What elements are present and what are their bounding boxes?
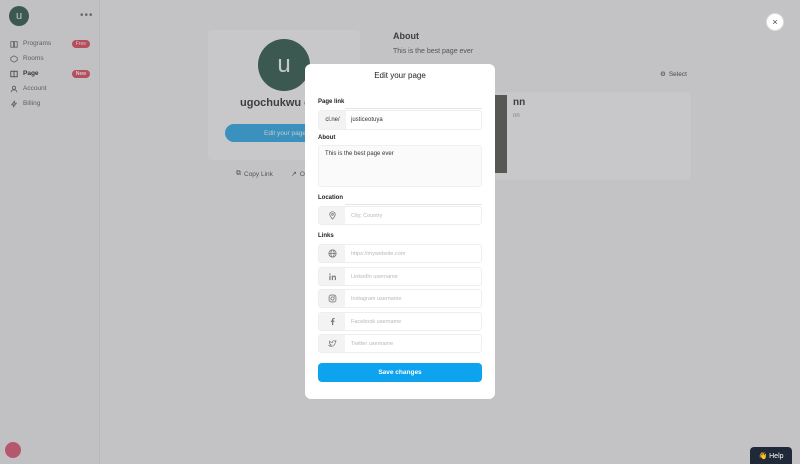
save-changes-button[interactable]: Save changes xyxy=(318,363,482,382)
facebook-input[interactable]: Facebook username xyxy=(345,313,481,330)
instagram-field[interactable]: Instagram username xyxy=(318,289,482,308)
globe-icon xyxy=(319,245,345,262)
twitter-input[interactable]: Twitter username xyxy=(345,335,481,352)
location-field[interactable]: City, Country xyxy=(318,206,482,225)
facebook-field[interactable]: Facebook username xyxy=(318,312,482,331)
instagram-icon xyxy=(319,290,345,307)
help-button[interactable]: 👋 Help xyxy=(750,447,792,464)
edit-page-modal: Edit your page Page link cl.ne/ justiceo… xyxy=(305,64,495,399)
twitter-icon xyxy=(319,335,345,352)
close-icon[interactable]: × xyxy=(766,13,784,31)
location-label: Location xyxy=(318,195,343,201)
location-input[interactable]: City, Country xyxy=(345,207,481,224)
map-pin-icon xyxy=(319,207,345,224)
linkedin-icon xyxy=(319,268,345,285)
about-label: About xyxy=(318,135,336,141)
page-link-input[interactable]: justiceotuya xyxy=(346,111,481,129)
link-prefix: cl.ne/ xyxy=(319,111,346,129)
linkedin-field[interactable]: LinkedIn username xyxy=(318,267,482,286)
website-field[interactable]: https://mywebsite.com xyxy=(318,244,482,263)
linkedin-input[interactable]: LinkedIn username xyxy=(345,268,481,285)
instagram-input[interactable]: Instagram username xyxy=(345,290,481,307)
facebook-icon xyxy=(319,313,345,330)
about-textarea[interactable]: This is the best page ever xyxy=(318,145,482,187)
page-link-field[interactable]: cl.ne/ justiceotuya xyxy=(318,110,482,130)
links-label: Links xyxy=(318,233,334,239)
page-link-label: Page link xyxy=(318,99,345,105)
divider xyxy=(345,204,482,205)
twitter-field[interactable]: Twitter username xyxy=(318,334,482,353)
modal-title: Edit your page xyxy=(374,71,426,80)
divider xyxy=(345,108,482,109)
website-input[interactable]: https://mywebsite.com xyxy=(345,245,481,262)
